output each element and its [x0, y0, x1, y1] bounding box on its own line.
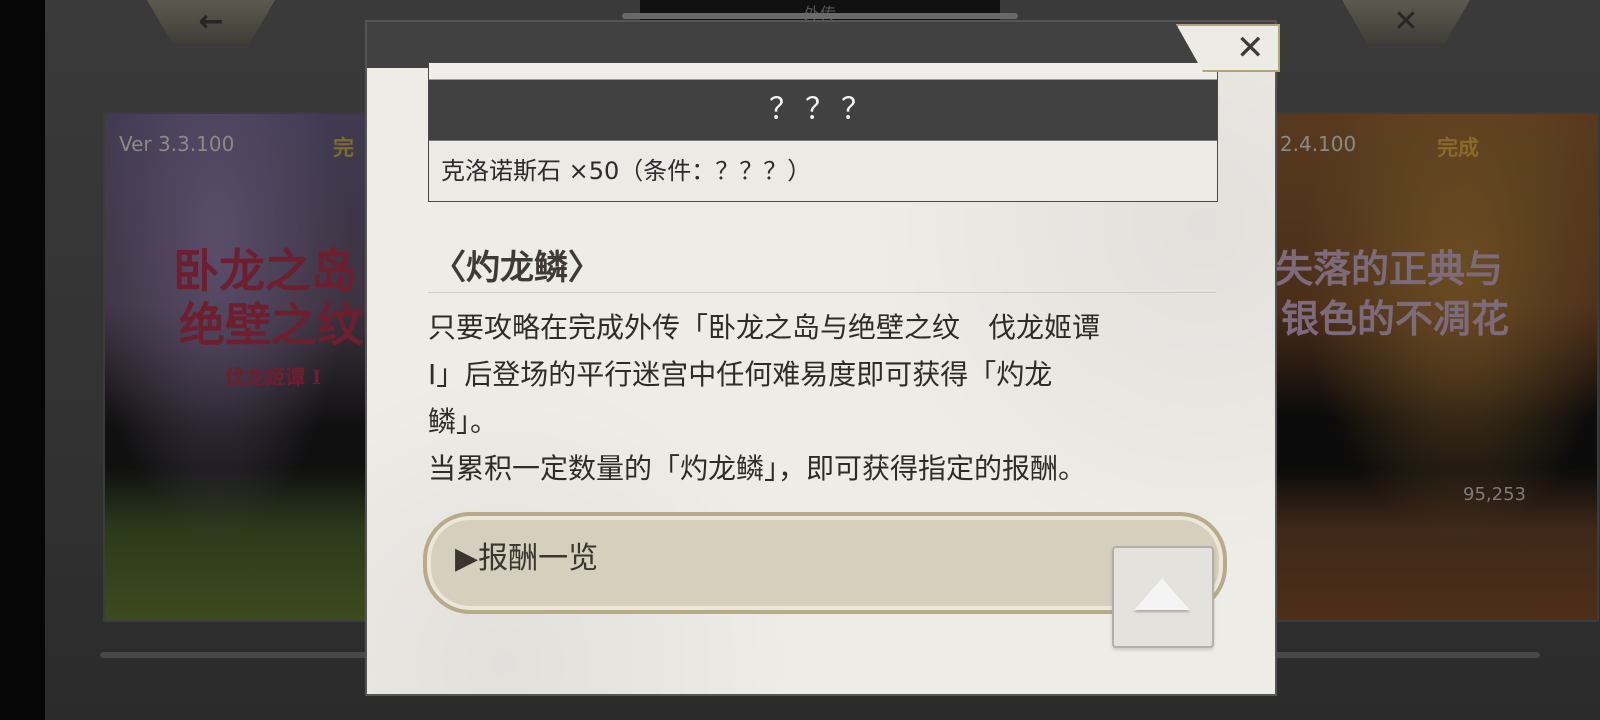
screen-title: 外传: [622, 0, 1018, 23]
triangle-up-icon: [1134, 578, 1190, 610]
title-underline: [622, 13, 1018, 19]
description-text: 只要攻略在完成外传「卧龙之岛与绝壁之纹 伐龙姬谭 I」后登场的平行迷宫中任何难易…: [428, 304, 1218, 492]
reward-table: ？？？ 克洛诺斯石 ×50（条件：？？？）: [428, 62, 1218, 202]
reward-table-header: ？？？: [429, 80, 1217, 140]
screen-left-edge: [0, 0, 45, 720]
story-card-left[interactable]: Ver 3.3.100 完 卧龙之岛 绝壁之纹 伐龙姬谭 I: [103, 112, 387, 622]
description-line: I」后登场的平行迷宫中任何难易度即可获得「灼龙: [428, 358, 1053, 391]
description-line: 只要攻略在完成外传「卧龙之岛与绝壁之纹 伐龙姬谭: [428, 311, 1101, 344]
card-status: 完成: [1437, 136, 1479, 160]
close-icon: ✕: [1236, 28, 1265, 68]
section-divider: [428, 292, 1216, 293]
scroll-to-top-button[interactable]: [1112, 546, 1214, 648]
reward-table-top-row: [429, 63, 1217, 80]
story-card-right[interactable]: er 2.4.100 完成 失落的正典与 银色的不凋花 95,253: [1255, 112, 1599, 622]
description-line: 当累积一定数量的「灼龙鳞」，即可获得指定的报酬。: [428, 452, 1087, 485]
card-logo-subtitle: 伐龙姬谭 I: [225, 365, 322, 389]
card-logo-line1: 卧龙之岛: [173, 244, 357, 298]
card-logo-line2: 银色的不凋花: [1281, 296, 1510, 341]
card-version: Ver 3.3.100: [119, 132, 235, 156]
reward-list-label: ▶报酬一览: [455, 541, 599, 576]
section-title: 〈灼龙鳞〉: [432, 248, 602, 288]
card-logo-line1: 失落的正典与: [1275, 246, 1504, 291]
reward-list-button[interactable]: ▶报酬一览: [423, 512, 1227, 614]
reward-table-row: 克洛诺斯石 ×50（条件：？？？）: [429, 140, 1217, 201]
card-count: 95,253: [1463, 484, 1526, 505]
description-line: 鳞」。: [428, 405, 499, 438]
card-status: 完: [333, 136, 354, 160]
card-logo-line2: 绝壁之纹: [179, 298, 363, 352]
